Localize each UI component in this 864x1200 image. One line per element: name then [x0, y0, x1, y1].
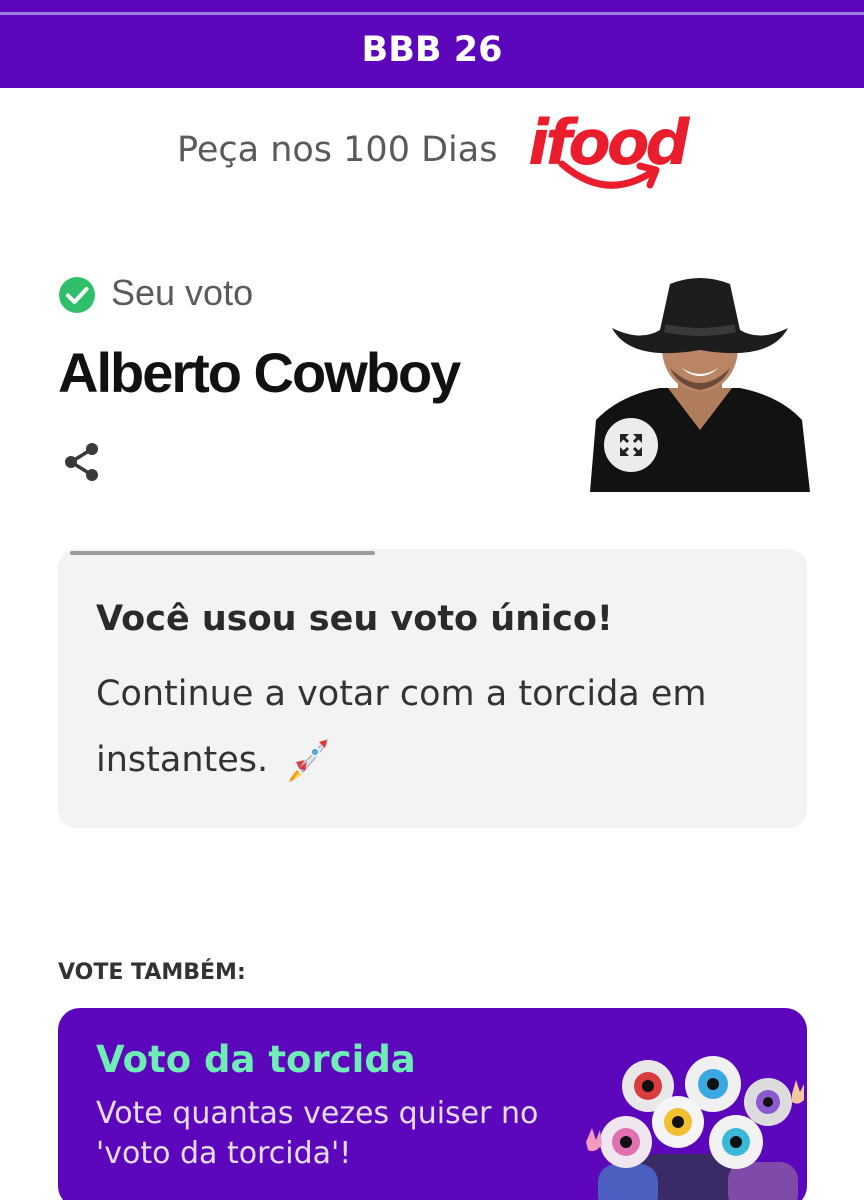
crowd-vote-card[interactable]: Voto da torcida Vote quantas vezes quise… [58, 1008, 807, 1200]
sponsor-text: Peça nos 100 Dias [177, 130, 498, 170]
card-progress-bar [70, 551, 375, 555]
eye-mascots-illustration [586, 1056, 804, 1200]
page-title: BBB 26 [361, 30, 503, 70]
share-icon[interactable] [60, 440, 104, 484]
card-message: Continue a votar com a torcida em instan… [96, 661, 776, 793]
card-title: Você usou seu voto único! [96, 599, 613, 639]
check-circle-icon [59, 277, 95, 313]
also-vote-label: VOTE TAMBÉM: [58, 960, 246, 985]
card-message-text: Continue a votar com a torcida em instan… [96, 674, 707, 780]
ifood-smile-icon [558, 160, 660, 189]
crowd-vote-description: Vote quantas vezes quiser no 'voto da to… [96, 1096, 539, 1171]
expand-icon [620, 434, 642, 456]
app-header: BBB 26 [0, 0, 864, 88]
candidate-name: Alberto Cowboy [58, 341, 461, 404]
vote-used-card: Você usou seu voto único! Continue a vot… [58, 549, 807, 828]
ifood-logo: ifood [528, 106, 690, 201]
your-vote-label: Seu voto [111, 272, 254, 313]
crowd-vote-title: Voto da torcida [96, 1038, 416, 1081]
rocket-emoji [289, 738, 329, 782]
expand-photo-button[interactable] [604, 418, 658, 472]
sponsor-banner[interactable]: Peça nos 100 Dias ifood [0, 100, 864, 220]
